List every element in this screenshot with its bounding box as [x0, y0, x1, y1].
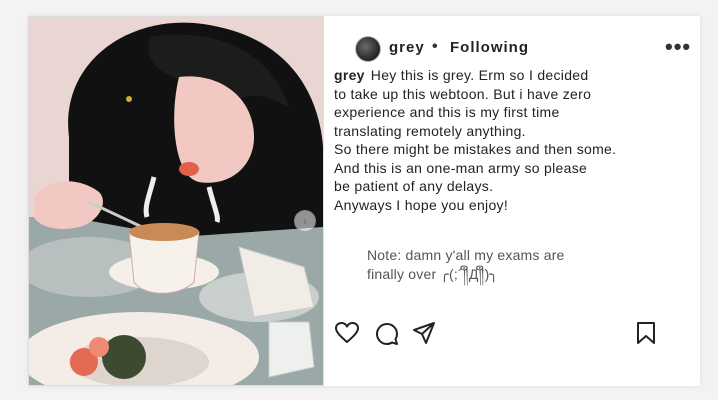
caption-line: translating remotely anything. — [334, 122, 526, 139]
more-options-icon[interactable]: ••• — [665, 34, 691, 60]
share-icon[interactable] — [412, 321, 436, 345]
translator-note: Note: damn y'all my exams are finally ov… — [367, 246, 667, 284]
bookmark-icon[interactable] — [635, 321, 657, 345]
caption-line: Anyways I hope you enjoy! — [334, 196, 509, 213]
caption-line: And this is an one-man army so please — [334, 159, 588, 176]
heart-icon[interactable] — [335, 322, 359, 344]
post-header: grey • Following ••• — [353, 34, 690, 62]
caption-line: to take up this webtoon. But i have zero — [334, 85, 592, 102]
webtoon-illustration — [29, 17, 323, 385]
action-bar — [335, 320, 665, 346]
avatar[interactable] — [355, 36, 381, 62]
caption-line: be patient of any delays. — [334, 178, 494, 194]
post-image[interactable]: › — [28, 16, 324, 386]
caption-line: So there might be mistakes and then some… — [334, 141, 617, 157]
separator-dot: • — [432, 38, 438, 55]
caption-line: grey Hey this is grey. Erm so I decided — [334, 67, 589, 83]
chevron-right-icon: › — [303, 214, 307, 228]
carousel-next-button[interactable]: › — [294, 210, 316, 232]
note-line: finally over ╭(;´༎ຶД༎ຶ)╮ — [367, 266, 499, 282]
caption-line: experience and this is my first time — [334, 104, 560, 120]
post-caption: grey Hey this is grey. Erm so I decided t… — [334, 66, 654, 214]
note-line: Note: damn y'all my exams are — [367, 247, 565, 263]
caption-username[interactable]: grey — [334, 67, 365, 83]
comment-icon[interactable] — [375, 322, 399, 346]
follow-button[interactable]: Following — [450, 39, 529, 56]
username-link[interactable]: grey — [389, 39, 425, 56]
